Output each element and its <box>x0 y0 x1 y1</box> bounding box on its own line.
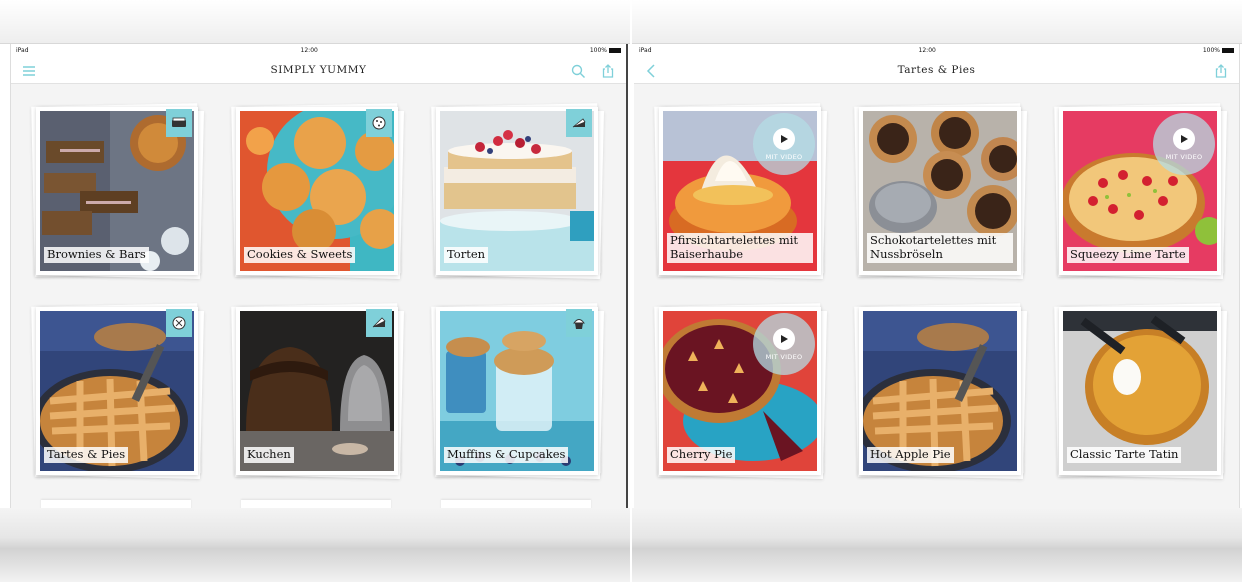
battery-icon <box>609 48 621 53</box>
recipe-label: Squeezy Lime Tarte <box>1067 247 1189 263</box>
pie-icon <box>166 309 192 337</box>
battery-indicator: 100% <box>590 47 621 54</box>
share-icon[interactable] <box>600 63 616 79</box>
recipe-tile-classic-tarte-tatin[interactable]: Classic Tarte Tatin <box>1054 303 1228 479</box>
device-name: iPad <box>16 47 29 54</box>
status-bar: iPad 12:00 100% <box>634 44 1239 57</box>
device-bezel-top <box>632 0 1242 44</box>
recipe-tile-schokotartelettes[interactable]: Schokotartelettes mit Nussbröseln <box>854 103 1028 279</box>
category-tile-tartes-pies[interactable]: Tartes & Pies <box>31 303 205 479</box>
battery-indicator: 100% <box>1203 47 1234 54</box>
video-badge: MIT VIDEO <box>753 113 815 175</box>
device-name: iPad <box>639 47 652 54</box>
brownie-icon <box>166 109 192 137</box>
video-badge: MIT VIDEO <box>753 313 815 375</box>
hamburger-menu-icon[interactable] <box>21 63 37 79</box>
status-time: 12:00 <box>918 47 936 54</box>
cake-piece-icon <box>366 309 392 337</box>
category-tile-torten[interactable]: Torten <box>431 103 605 279</box>
next-row-peek <box>41 500 191 508</box>
category-tile-brownies[interactable]: Brownies & Bars <box>31 103 205 279</box>
back-chevron-icon[interactable] <box>644 63 660 79</box>
status-time: 12:00 <box>300 47 318 54</box>
next-row-peek <box>241 500 391 508</box>
nav-bar: Tartes & Pies <box>634 57 1239 84</box>
category-tile-kuchen[interactable]: Kuchen <box>231 303 405 479</box>
recipe-label: Pfirsichtartelettes mit Baiserhaube <box>667 233 813 263</box>
recipe-tile-pfirsichtartelettes[interactable]: MIT VIDEO Pfirsichtartelettes mit Baiser… <box>654 103 828 279</box>
cupcake-icon <box>566 309 592 337</box>
recipe-tile-cherry-pie[interactable]: MIT VIDEO Cherry Pie <box>654 303 828 479</box>
device-bezel-bottom <box>0 508 630 582</box>
recipe-tile-hot-apple-pie[interactable]: Hot Apple Pie <box>854 303 1028 479</box>
status-bar: iPad 12:00 100% <box>11 44 626 57</box>
cookie-icon <box>366 109 392 137</box>
video-badge: MIT VIDEO <box>1153 113 1215 175</box>
next-row-peek <box>441 500 591 508</box>
category-label: Brownies & Bars <box>44 247 149 263</box>
recipe-label: Schokotartelettes mit Nussbröseln <box>867 233 1013 263</box>
category-label: Tartes & Pies <box>44 447 129 463</box>
page-title: Tartes & Pies <box>897 64 976 76</box>
category-label: Cookies & Sweets <box>244 247 356 263</box>
recipes-screen: iPad 12:00 100% Tartes & Pies MIT VIDEO … <box>634 44 1240 508</box>
cake-slice-icon <box>566 109 592 137</box>
device-bezel-top <box>0 0 630 44</box>
category-label: Kuchen <box>244 447 294 463</box>
nav-bar: SIMPLY YUMMY <box>11 57 626 84</box>
left-ipad: iPad 12:00 100% SIMPLY YUMMY Brownies & … <box>0 0 630 582</box>
play-icon[interactable] <box>773 327 795 350</box>
share-icon[interactable] <box>1213 63 1229 79</box>
search-icon[interactable] <box>570 63 586 79</box>
recipe-label: Cherry Pie <box>667 447 736 463</box>
categories-screen: iPad 12:00 100% SIMPLY YUMMY Brownies & … <box>10 44 628 508</box>
category-tile-cookies[interactable]: Cookies & Sweets <box>231 103 405 279</box>
category-label: Torten <box>444 247 489 263</box>
recipe-label: Classic Tarte Tatin <box>1067 447 1182 463</box>
recipe-tile-squeezy-lime-tarte[interactable]: MIT VIDEO Squeezy Lime Tarte <box>1054 103 1228 279</box>
device-bezel-bottom <box>632 508 1242 582</box>
recipe-label: Hot Apple Pie <box>867 447 954 463</box>
play-icon[interactable] <box>773 127 795 150</box>
right-ipad: iPad 12:00 100% Tartes & Pies MIT VIDEO … <box>632 0 1242 582</box>
category-label: Muffins & Cupcakes <box>444 447 569 463</box>
app-title: SIMPLY YUMMY <box>270 64 367 76</box>
play-icon[interactable] <box>1173 127 1195 150</box>
category-tile-muffins[interactable]: Muffins & Cupcakes <box>431 303 605 479</box>
battery-icon <box>1222 48 1234 53</box>
